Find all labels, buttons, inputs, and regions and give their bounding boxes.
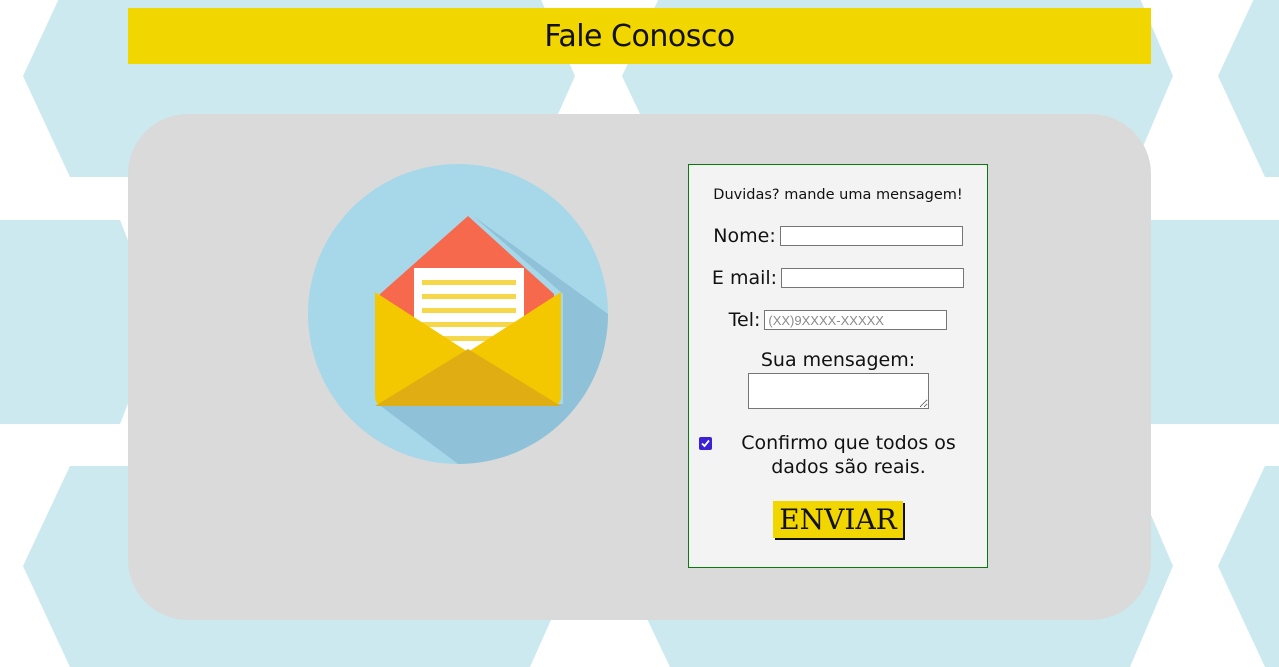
submit-button[interactable]: ENVIAR <box>773 501 903 538</box>
email-label: E mail: <box>711 267 778 289</box>
tel-row: Tel: <box>689 309 987 331</box>
name-input[interactable] <box>779 226 963 246</box>
confirm-checkbox[interactable] <box>699 437 712 450</box>
name-row: Nome: <box>689 225 987 247</box>
page-title: Fale Conosco <box>544 18 735 54</box>
checkmark-icon <box>701 439 710 448</box>
page-header: Fale Conosco <box>128 8 1151 64</box>
contact-form: Duvidas? mande uma mensagem! Nome: E mai… <box>688 164 988 568</box>
contact-panel: Duvidas? mande uma mensagem! Nome: E mai… <box>128 114 1151 620</box>
email-row: E mail: <box>689 267 987 289</box>
email-input[interactable] <box>781 268 965 288</box>
name-label: Nome: <box>713 225 776 247</box>
message-textarea[interactable] <box>747 373 929 409</box>
open-envelope-icon <box>308 164 608 464</box>
confirm-label: Confirmo que todos os dados são reais. <box>741 432 956 478</box>
message-label: Sua mensagem: <box>760 349 916 371</box>
form-intro-text: Duvidas? mande uma mensagem! <box>713 187 963 203</box>
tel-input[interactable] <box>764 310 948 330</box>
tel-label: Tel: <box>728 309 761 331</box>
confirm-row: Confirmo que todos os dados são reais. <box>689 431 987 479</box>
